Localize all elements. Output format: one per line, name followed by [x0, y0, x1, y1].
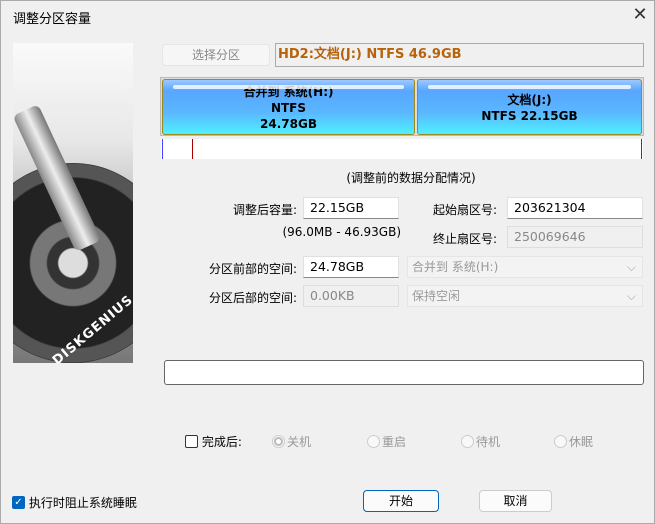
radio-label: 关机	[287, 435, 312, 449]
checkbox-icon[interactable]	[185, 435, 198, 448]
back-space-select: 保持空闲 ⌵	[407, 285, 643, 307]
end-sector-label: 终止扇区号:	[432, 232, 497, 246]
cancel-button[interactable]: 取消	[479, 490, 552, 512]
partition-name: 文档(J:)	[507, 93, 552, 107]
radio-standby: 待机	[461, 433, 500, 450]
progress-bar	[164, 360, 644, 385]
front-space-label: 分区前部的空间:	[208, 262, 297, 276]
partition-size: 24.78GB	[260, 117, 317, 131]
radio-label: 待机	[476, 435, 501, 449]
back-space-select-value: 保持空闲	[412, 289, 461, 303]
prevent-sleep-label: 执行时阻止系统睡眠	[28, 496, 137, 510]
partition-block-docs[interactable]: 文档(J:) NTFS 22.15GB	[417, 79, 642, 135]
back-space-input: 0.00KB	[303, 285, 399, 307]
radio-icon	[272, 435, 285, 448]
start-sector-label: 起始扇区号:	[432, 203, 497, 217]
start-sector-input[interactable]: 203621304	[507, 197, 643, 219]
select-partition-button[interactable]: 选择分区	[162, 44, 270, 66]
radio-shutdown: 关机	[272, 433, 311, 450]
partition-info: HD2:文档(J:) NTFS 46.9GB	[275, 43, 644, 67]
partition-name: 合并到 系统(H:)	[243, 85, 334, 99]
chevron-down-icon: ⌵	[626, 289, 636, 303]
front-space-select: 合并到 系统(H:) ⌵	[407, 256, 643, 278]
window-title: 调整分区容量	[13, 12, 92, 27]
end-sector-input: 250069646	[507, 226, 643, 248]
radio-icon	[367, 435, 380, 448]
prevent-sleep-checkbox[interactable]: ✓ 执行时阻止系统睡眠	[12, 494, 137, 511]
new-size-label: 调整后容量:	[232, 203, 297, 217]
front-space-input[interactable]: 24.78GB	[303, 256, 399, 278]
radio-icon	[554, 435, 567, 448]
back-space-label: 分区后部的空间:	[208, 291, 297, 305]
partition-map: 合并到 系统(H:) NTFS 24.78GB 文档(J:) NTFS 22.1…	[160, 77, 644, 136]
radio-label: 重启	[382, 435, 407, 449]
radio-hibernate: 休眠	[554, 433, 593, 450]
front-space-select-value: 合并到 系统(H:)	[412, 260, 499, 274]
radio-label: 休眠	[569, 435, 594, 449]
checkmark-icon[interactable]: ✓	[12, 496, 25, 509]
distribution-caption: (调整前的数据分配情况)	[346, 171, 476, 185]
chevron-down-icon: ⌵	[626, 260, 636, 274]
partition-fs-size: NTFS 22.15GB	[481, 109, 578, 123]
completion-checkbox[interactable]: 完成后:	[185, 433, 242, 450]
close-icon[interactable]: ✕	[629, 4, 651, 26]
partition-fs: NTFS	[270, 101, 307, 115]
data-distribution-strip	[161, 139, 643, 159]
radio-icon	[461, 435, 474, 448]
start-button[interactable]: 开始	[363, 490, 439, 512]
completion-label: 完成后:	[201, 435, 242, 449]
diskgenius-logo-image: DISKGENIUS	[13, 43, 133, 363]
partition-block-merge[interactable]: 合并到 系统(H:) NTFS 24.78GB	[162, 79, 415, 135]
radio-restart: 重启	[367, 433, 406, 450]
